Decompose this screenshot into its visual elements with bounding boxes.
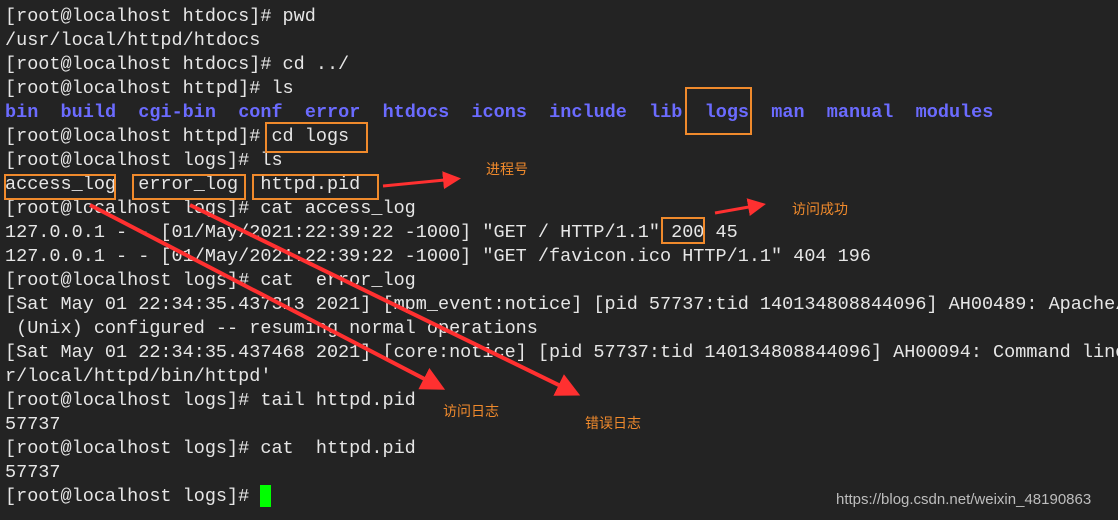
arrow-pid	[382, 171, 461, 190]
arrow-access-log	[89, 203, 446, 390]
annotation-arrows	[89, 171, 766, 396]
watermark: https://blog.csdn.net/weixin_48190863	[836, 491, 1092, 508]
arrow-success	[714, 198, 766, 216]
arrow-error-log	[189, 203, 581, 396]
access-log-note: 访问日志	[443, 404, 499, 420]
pid-note: 进程号	[486, 162, 528, 178]
success-note: 访问成功	[792, 202, 848, 218]
error-log-note: 错误日志	[585, 416, 641, 432]
